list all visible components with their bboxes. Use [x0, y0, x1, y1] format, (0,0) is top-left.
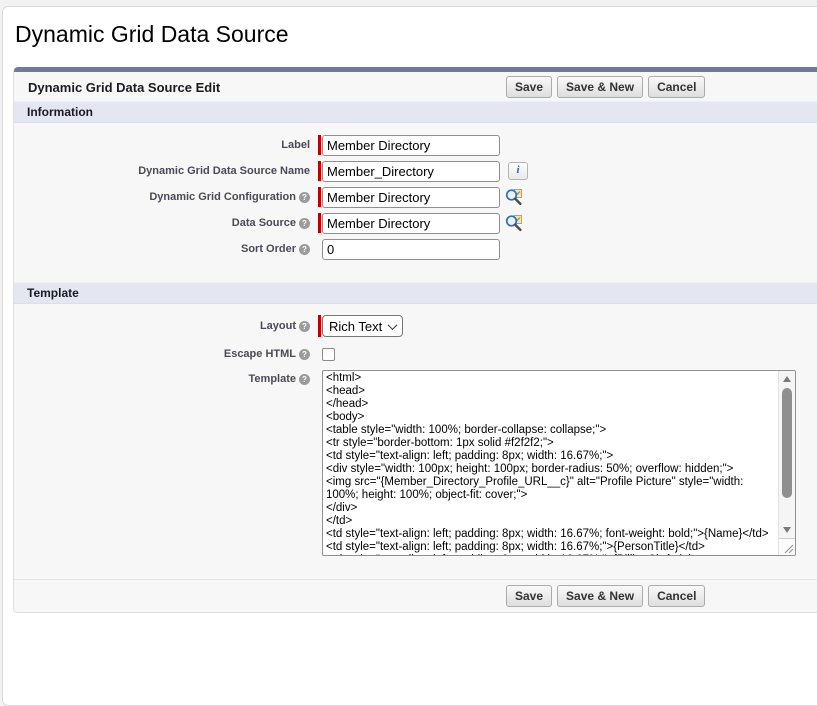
panel-header: Dynamic Grid Data Source Edit Save Save …	[14, 72, 817, 101]
required-indicator	[318, 187, 321, 207]
template-code-text[interactable]: <html> <head> </head> <body> <table styl…	[323, 371, 779, 555]
cancel-button[interactable]: Cancel	[648, 76, 705, 98]
save-button[interactable]: Save	[506, 76, 552, 98]
required-indicator	[318, 213, 321, 233]
scroll-down-arrow-icon[interactable]	[779, 523, 795, 537]
template-section-body: Layout ? Rich Text Escape HTML ?	[14, 304, 817, 556]
bottom-button-group: Save Save & New Cancel	[506, 585, 705, 607]
field-row-label: Label	[14, 132, 817, 158]
field-row-layout: Layout ? Rich Text	[14, 313, 817, 339]
magnifier-lookup-icon	[505, 214, 523, 232]
bottom-button-bar: Save Save & New Cancel	[14, 579, 817, 612]
label-input[interactable]	[322, 135, 500, 156]
configuration-label-text: Dynamic Grid Configuration	[149, 191, 296, 203]
header-button-group: Save Save & New Cancel	[506, 76, 705, 98]
help-icon[interactable]: ?	[299, 244, 310, 255]
field-row-escape-html: Escape HTML ?	[14, 343, 817, 365]
layout-select-value: Rich Text	[329, 319, 382, 334]
scrollbar-thumb[interactable]	[782, 388, 792, 498]
required-indicator	[318, 135, 321, 155]
scroll-up-arrow-icon[interactable]	[779, 372, 795, 386]
escape-html-field-label: Escape HTML ?	[14, 348, 318, 360]
panel-header-title: Dynamic Grid Data Source Edit	[28, 80, 220, 95]
label-field-label: Label	[14, 139, 318, 151]
configuration-lookup-button[interactable]	[505, 188, 523, 206]
escape-html-label-text: Escape HTML	[224, 348, 296, 360]
template-label-text: Template	[249, 373, 296, 385]
chevron-down-icon	[388, 320, 398, 330]
cancel-button-bottom[interactable]: Cancel	[648, 585, 705, 607]
help-icon[interactable]: ?	[299, 192, 310, 203]
textarea-scrollbar[interactable]	[778, 371, 795, 555]
page-title: Dynamic Grid Data Source	[15, 21, 817, 48]
template-field-label: Template ?	[14, 370, 318, 385]
required-indicator	[318, 315, 321, 337]
help-icon[interactable]: ?	[299, 321, 310, 332]
help-icon[interactable]: ?	[299, 374, 310, 385]
field-row-api-name: Dynamic Grid Data Source Name i	[14, 158, 817, 184]
info-icon[interactable]: i	[508, 162, 528, 180]
edit-panel: Dynamic Grid Data Source Edit Save Save …	[13, 67, 817, 613]
section-header-template: Template	[14, 282, 817, 304]
layout-select[interactable]: Rich Text	[322, 315, 403, 337]
section-gap	[14, 262, 817, 282]
field-row-configuration: Dynamic Grid Configuration ?	[14, 184, 817, 210]
magnifier-lookup-icon	[505, 188, 523, 206]
data-source-input[interactable]	[322, 213, 500, 234]
sort-order-label-text: Sort Order	[241, 243, 296, 255]
data-source-lookup-button[interactable]	[505, 214, 523, 232]
required-indicator	[318, 161, 321, 181]
help-icon[interactable]: ?	[299, 218, 310, 229]
escape-html-checkbox[interactable]	[322, 348, 335, 361]
configuration-input[interactable]	[322, 187, 500, 208]
field-row-sort-order: Sort Order ?	[14, 236, 817, 262]
data-source-label-text: Data Source	[232, 217, 296, 229]
api-name-field-label: Dynamic Grid Data Source Name	[14, 165, 318, 177]
save-and-new-button[interactable]: Save & New	[557, 76, 643, 98]
save-button-bottom[interactable]: Save	[506, 585, 552, 607]
section-header-information: Information	[14, 101, 817, 123]
data-source-field-label: Data Source ?	[14, 217, 318, 229]
configuration-field-label: Dynamic Grid Configuration ?	[14, 191, 318, 203]
resize-grip-icon[interactable]	[779, 538, 795, 555]
layout-label-text: Layout	[260, 320, 296, 332]
sort-order-input[interactable]	[322, 239, 500, 260]
template-textarea[interactable]: <html> <head> </head> <body> <table styl…	[322, 370, 796, 556]
sort-order-field-label: Sort Order ?	[14, 243, 318, 255]
page-card: Dynamic Grid Data Source Dynamic Grid Da…	[2, 6, 817, 706]
save-and-new-button-bottom[interactable]: Save & New	[557, 585, 643, 607]
layout-field-label: Layout ?	[14, 320, 318, 332]
api-name-input[interactable]	[322, 161, 500, 182]
field-row-template: Template ? <html> <head> </head> <body> …	[14, 370, 817, 556]
spacer	[318, 239, 321, 259]
field-row-data-source: Data Source ?	[14, 210, 817, 236]
help-icon[interactable]: ?	[299, 349, 310, 360]
information-section-body: Label Dynamic Grid Data Source Name i Dy…	[14, 123, 817, 262]
